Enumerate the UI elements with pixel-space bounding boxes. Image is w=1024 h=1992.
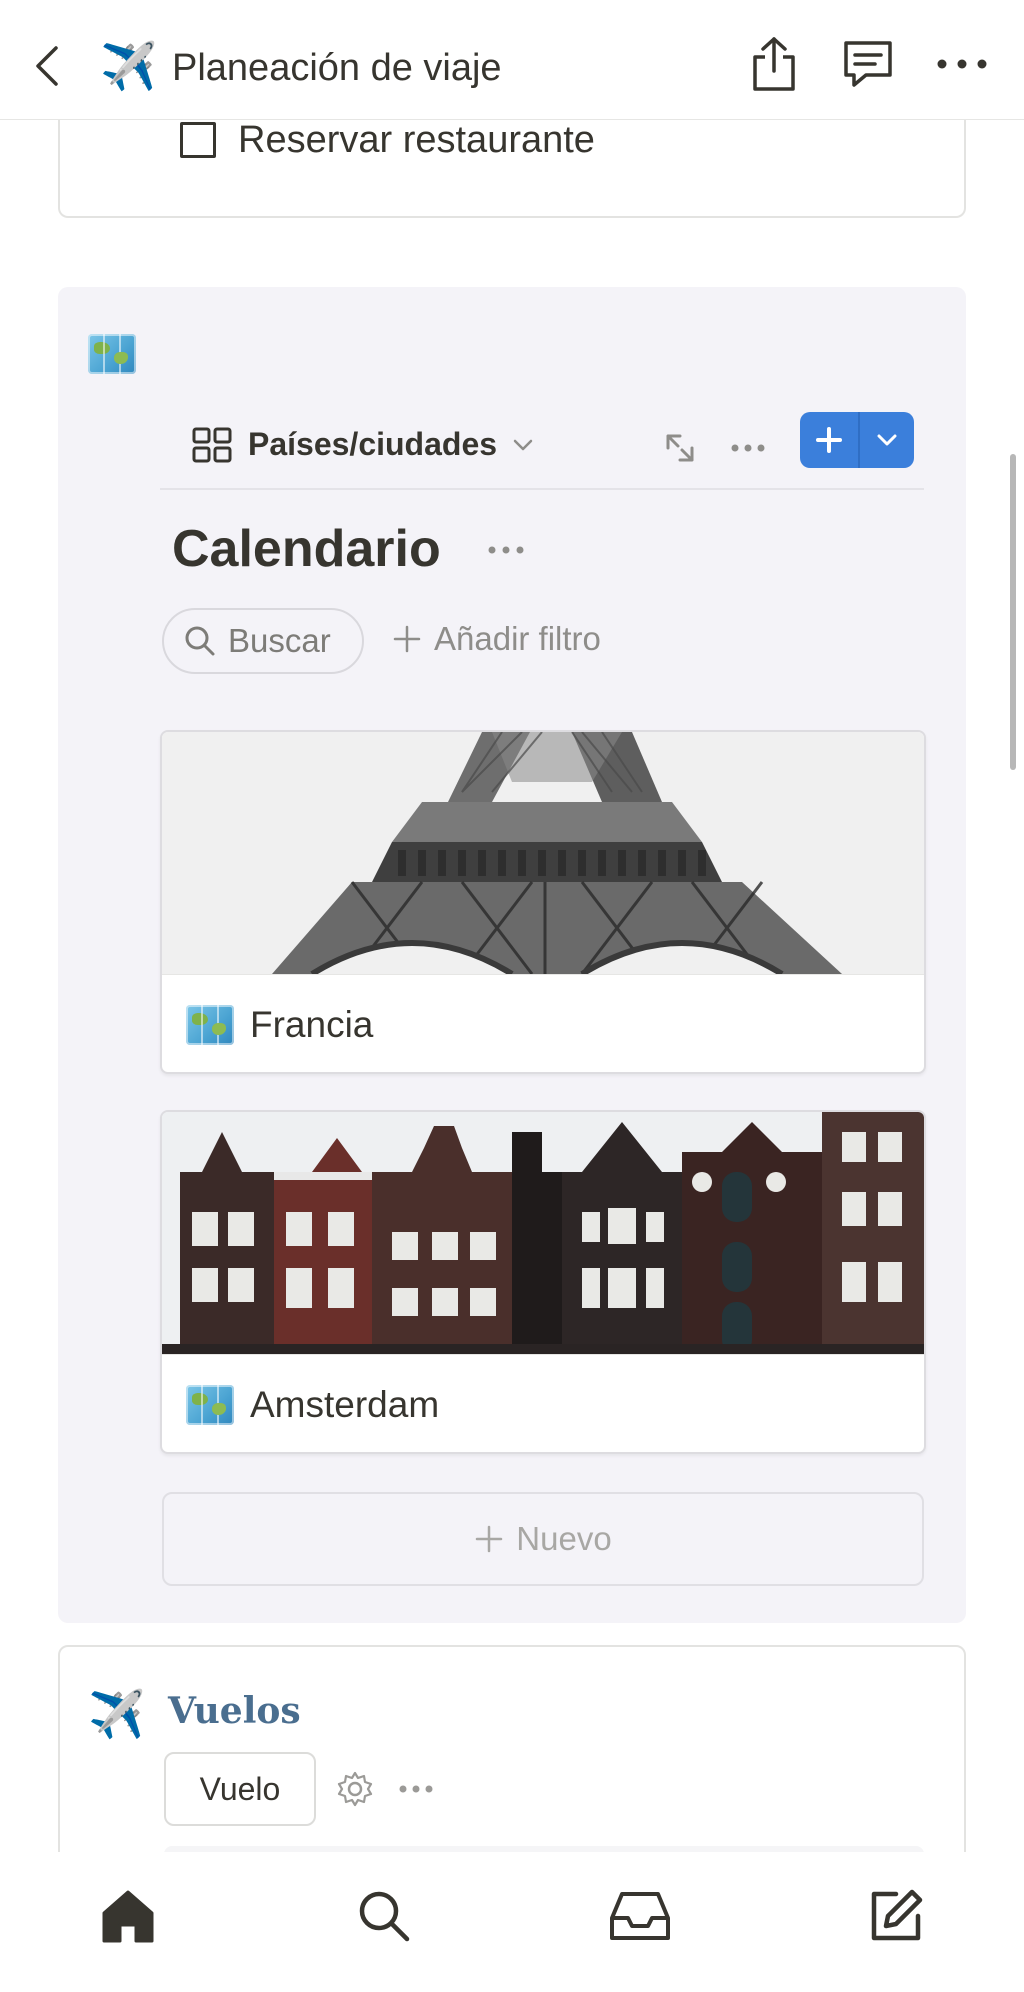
eiffel-tower-image [162, 732, 924, 974]
vuelo-more-button[interactable] [396, 1774, 436, 1804]
nav-inbox[interactable] [600, 1876, 680, 1956]
share-icon [753, 37, 795, 91]
gallery-card-francia[interactable]: Francia [160, 730, 926, 1074]
expand-icon [666, 434, 694, 462]
vuelos-icon: ✈️ [88, 1687, 146, 1741]
database-toolbar: Países/ciudades [160, 412, 924, 490]
card-caption: Amsterdam [162, 1354, 924, 1452]
inbox-icon [610, 1892, 670, 1940]
search-icon [359, 1891, 410, 1942]
vuelo-settings-button[interactable] [336, 1770, 374, 1808]
page-icon: ✈️ [100, 39, 158, 93]
todo-label[interactable]: Reservar restaurante [238, 116, 595, 164]
search-button[interactable]: Buscar [162, 608, 364, 674]
nav-compose[interactable] [856, 1876, 936, 1956]
nav-search[interactable] [344, 1876, 424, 1956]
gear-icon [337, 1771, 373, 1807]
map-icon [186, 1384, 234, 1425]
search-label: Buscar [228, 622, 331, 659]
comments-button[interactable] [838, 34, 898, 94]
add-filter-button[interactable]: Añadir filtro [392, 620, 601, 658]
todo-block: Reservar restaurante [58, 110, 966, 218]
comment-icon [844, 41, 892, 87]
card-title: Francia [250, 1003, 374, 1045]
new-entry-split-button [800, 412, 914, 468]
expand-button[interactable] [660, 428, 700, 468]
todo-checkbox[interactable] [180, 122, 216, 158]
vuelo-button-label: Vuelo [199, 1770, 281, 1807]
gallery-view-icon [192, 427, 232, 462]
plus-icon [816, 427, 842, 453]
bottom-navigation [0, 1852, 1024, 1992]
top-bar: ✈️ Planeación de viaje [0, 0, 1024, 120]
view-name: Países/ciudades [248, 426, 498, 462]
plus-icon [476, 1525, 503, 1553]
page-title[interactable]: Planeación de viaje [172, 44, 502, 92]
card-caption: Francia [162, 974, 924, 1072]
vuelo-button[interactable]: Vuelo [164, 1752, 316, 1826]
share-button[interactable] [744, 34, 804, 94]
back-button[interactable] [30, 44, 66, 88]
chevron-left-icon [36, 46, 58, 86]
scrollbar[interactable] [1010, 454, 1016, 770]
chevron-down-icon [513, 439, 533, 450]
vuelos-title[interactable]: Vuelos [168, 1690, 301, 1732]
add-filter-label: Añadir filtro [434, 620, 601, 657]
card-cover-eiffel [162, 732, 924, 974]
new-card-label: Nuevo [516, 1520, 612, 1557]
more-icon [937, 59, 987, 69]
map-icon [88, 334, 136, 374]
amsterdam-houses-image [162, 1112, 924, 1354]
more-icon [399, 1785, 433, 1793]
new-entry-options-button[interactable] [860, 412, 914, 468]
database-title[interactable]: Calendario [172, 518, 441, 580]
database-more-button[interactable] [726, 428, 770, 468]
plus-icon [393, 625, 421, 653]
gallery-card-amsterdam[interactable]: Amsterdam [160, 1110, 926, 1454]
new-card-button[interactable]: Nuevo [162, 1492, 924, 1586]
new-entry-button[interactable] [800, 412, 860, 468]
card-title: Amsterdam [250, 1383, 440, 1425]
more-icon [731, 444, 765, 452]
chevron-down-icon [877, 434, 897, 446]
card-cover-amsterdam [162, 1112, 924, 1354]
view-switcher[interactable]: Países/ciudades [192, 426, 535, 463]
more-button[interactable] [932, 34, 992, 94]
nav-home[interactable] [88, 1876, 168, 1956]
compose-icon [871, 1889, 923, 1941]
more-icon [488, 546, 524, 554]
database-map-icon [88, 334, 136, 374]
database-title-more-button[interactable] [484, 536, 528, 564]
map-icon [186, 1004, 234, 1045]
todo-item: Reservar restaurante [180, 116, 595, 164]
search-icon [185, 626, 215, 656]
home-icon [102, 1890, 154, 1943]
